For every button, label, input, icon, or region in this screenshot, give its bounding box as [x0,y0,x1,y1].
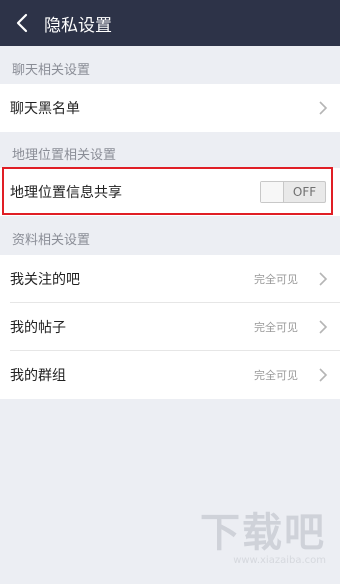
profile-settings-group: 我关注的吧 完全可见 我的帖子 完全可见 我的群组 完全可见 [0,255,340,399]
watermark-logo: 下载吧 www.xiazaiba.com [200,513,326,566]
item-visibility-value: 完全可见 [254,321,298,334]
item-visibility-value: 完全可见 [254,369,298,382]
watermark-url: www.xiazaiba.com [233,555,326,566]
chat-settings-group: 聊天黑名单 [0,84,340,132]
section-title-chat: 聊天相关设置 [12,63,91,78]
page-title: 隐私设置 [44,15,112,36]
item-visibility-value: 完全可见 [254,273,298,286]
chevron-right-icon [319,320,328,334]
list-item-my-groups[interactable]: 我的群组 完全可见 [0,351,340,399]
item-label: 我关注的吧 [10,272,80,288]
chevron-right-icon [319,272,328,286]
section-title-location: 地理位置相关设置 [12,148,117,163]
highlight-box [2,167,333,215]
list-item-my-posts[interactable]: 我的帖子 完全可见 [0,303,340,351]
watermark-text: 下载吧 [200,510,326,556]
item-label: 我的帖子 [10,320,66,336]
chat-blacklist-row[interactable]: 聊天黑名单 [0,84,340,132]
section-title-profile: 资料相关设置 [12,233,91,248]
top-navigation-bar: 隐私设置 [0,0,340,46]
chevron-right-icon [319,101,328,115]
list-item-followed-bars[interactable]: 我关注的吧 完全可见 [0,255,340,303]
chevron-right-icon [319,368,328,382]
chat-blacklist-label: 聊天黑名单 [10,101,80,117]
back-arrow-icon [16,13,28,33]
item-label: 我的群组 [10,368,66,384]
back-button[interactable] [0,0,44,46]
